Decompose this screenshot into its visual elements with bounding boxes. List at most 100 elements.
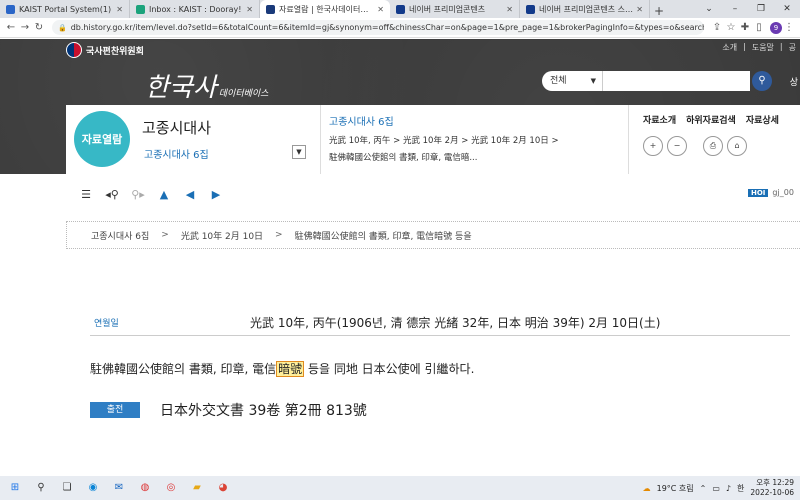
search-scope-select[interactable]: 전체 ▼ [542, 71, 602, 91]
lock-icon[interactable]: 🔒 [58, 24, 67, 32]
tab-kaist-portal[interactable]: KAIST Portal System(1) ✕ [0, 0, 130, 18]
sidebar-icon[interactable]: ▯ [752, 22, 766, 33]
windows-taskbar: ⊞ ⚲ ❏ ◉ ✉ ◍ ◎ ▰ ◕ ☁ 19°C 흐림 ⌃ ▭ ♪ 한 오후 1… [0, 476, 800, 500]
zoom-out-icon[interactable]: − [667, 136, 687, 156]
list-icon[interactable]: ☰ [78, 187, 94, 203]
weather-text[interactable]: 19°C 흐림 [657, 483, 694, 494]
tab-label: KAIST Portal System(1) [19, 4, 112, 14]
close-icon[interactable]: ✕ [246, 5, 253, 14]
record-info-bar: 자료열람 고종시대사 고종시대사 6집 ▼ 고종시대사 6집 光武 10年, 丙… [66, 105, 800, 174]
close-icon[interactable]: ✕ [116, 5, 123, 14]
tab-dooray-inbox[interactable]: Inbox : KAIST : Dooray! ✕ [130, 0, 260, 18]
minimize-icon[interactable]: – [722, 0, 748, 18]
print-icon[interactable]: ⎙ [703, 136, 723, 156]
breadcrumb-date[interactable]: 光武 10年 2月 10日 [181, 229, 263, 242]
collection-title: 고종시대사 [142, 119, 212, 137]
volume-title[interactable]: 고종시대사 6집 [329, 113, 620, 128]
logo-text: 한국사 [145, 73, 217, 103]
forward-icon[interactable]: → [18, 22, 32, 33]
prev-arrow-icon[interactable]: ◀ [182, 187, 198, 203]
divider: | [779, 42, 783, 51]
action-icons: + − ⎙ ⌂ [643, 136, 800, 156]
kaist-favicon-icon [6, 4, 15, 14]
url-text: db.history.go.kr/item/level.do?setId=6&t… [70, 23, 704, 32]
gov-logo[interactable]: 국사편찬위원회 [66, 42, 144, 58]
search-highlight: 暗號 [276, 361, 305, 377]
menu-icon[interactable]: ⋮ [782, 22, 796, 33]
windows-start-icon[interactable]: ⊞ [6, 479, 24, 497]
next-arrow-icon[interactable]: ▶ [208, 187, 224, 203]
clock[interactable]: 오후 12:29 2022-10-06 [750, 478, 794, 498]
speaker-icon[interactable]: ♪ [726, 484, 731, 493]
tab-label: 네이버 프리미엄콘텐츠 스튜디오 [539, 4, 633, 14]
weather-icon: ☁ [642, 483, 651, 493]
extensions-icon[interactable]: ✚ [738, 22, 752, 33]
record-summary: 駐佛韓國公使館의 書類, 印章, 電信暗... [329, 153, 478, 163]
close-window-icon[interactable]: ✕ [774, 0, 800, 18]
close-icon[interactable]: ✕ [377, 5, 384, 14]
notice-link[interactable]: 공 [789, 42, 796, 53]
material-intro-link[interactable]: 자료소개 [643, 113, 676, 126]
record-actions: 자료소개 하위자료검색 자료상세 + − ⎙ ⌂ [628, 105, 800, 174]
address-bar: ← → ↻ 🔒 db.history.go.kr/item/level.do?s… [0, 18, 800, 38]
maximize-icon[interactable]: ❐ [748, 0, 774, 18]
sub-search-link[interactable]: 하위자료검색 [686, 113, 736, 126]
help-link[interactable]: 도움말 [752, 42, 774, 53]
about-link[interactable]: 소개 [722, 42, 737, 53]
network-icon[interactable]: ▭ [712, 484, 720, 493]
ime-indicator[interactable]: 한 [737, 483, 744, 494]
material-detail-link[interactable]: 자료상세 [746, 113, 779, 126]
new-tab-button[interactable]: + [650, 4, 668, 18]
folder-icon[interactable]: ▰ [188, 479, 206, 497]
up-arrow-icon[interactable]: ▲ [156, 187, 172, 203]
reload-icon[interactable]: ↻ [32, 22, 46, 33]
volume-link[interactable]: 고종시대사 6집 [142, 146, 312, 161]
share-icon[interactable]: ⇪ [710, 22, 724, 33]
clock-time: 오후 12:29 [756, 478, 794, 487]
window-controls: ⌄ – ❐ ✕ [696, 0, 800, 18]
task-view-icon[interactable]: ❏ [58, 479, 76, 497]
close-icon[interactable]: ✕ [636, 5, 643, 14]
source-badge: 출전 [90, 402, 140, 418]
tab-label: Inbox : KAIST : Dooray! [149, 4, 242, 14]
top-links: 소개 | 도움말 | 공 [722, 42, 796, 53]
body-text-start: 駐佛韓國公使館의 書類, 印章, 電信 [90, 362, 277, 376]
search-input[interactable] [602, 71, 750, 91]
tab-history-db[interactable]: 자료열람 | 한국사데이터베이스 ✕ [260, 0, 390, 18]
app-icon[interactable]: ◎ [162, 479, 180, 497]
volume-dropdown-button[interactable]: ▼ [292, 145, 306, 159]
breadcrumb: 고종시대사 6집 > 光武 10年 2月 10日 > 駐佛韓國公使館의 書類, … [66, 221, 800, 249]
source-row: 출전 日本外交文書 39卷 第2冊 813號 [90, 400, 367, 420]
url-field[interactable]: 🔒 db.history.go.kr/item/level.do?setId=6… [52, 20, 704, 35]
close-icon[interactable]: ✕ [506, 5, 513, 14]
tab-label: 네이버 프리미엄콘텐츠 [409, 4, 486, 14]
breadcrumb-volume[interactable]: 고종시대사 6집 [91, 229, 149, 242]
profile-avatar[interactable]: 9 [770, 21, 782, 34]
chevron-down-icon[interactable]: ⌄ [696, 0, 722, 18]
search-box: 전체 ▼ ⚲ [542, 71, 772, 91]
mail-icon[interactable]: ✉ [110, 479, 128, 497]
date-value: 光武 10年, 丙午(1906년, 清 德宗 光緒 32年, 日本 明治 39年… [250, 316, 661, 330]
cite-icon[interactable]: ⌂ [727, 136, 747, 156]
chevron-up-icon[interactable]: ⌃ [700, 484, 707, 493]
search-button[interactable]: ⚲ [752, 71, 772, 91]
clock-date: 2022-10-06 [750, 488, 794, 497]
app-icon[interactable]: ◍ [136, 479, 154, 497]
search-icon[interactable]: ⚲ [32, 479, 50, 497]
star-icon[interactable]: ☆ [724, 22, 738, 33]
site-logo[interactable]: 한국사 데이터베이스 [145, 67, 268, 104]
back-icon[interactable]: ← [4, 22, 18, 33]
chevron-right-icon: > [275, 230, 283, 240]
search-next-icon[interactable]: ⚲▸ [130, 187, 146, 203]
zoom-in-icon[interactable]: + [643, 136, 663, 156]
tab-naver-premium[interactable]: 네이버 프리미엄콘텐츠 ✕ [390, 0, 520, 18]
naver-favicon-icon [526, 4, 535, 14]
date-path: 光武 10年, 丙午 > 光武 10年 2月 > 光武 10年 2月 10日 > [329, 136, 559, 146]
search-prev-icon[interactable]: ◂⚲ [104, 187, 120, 203]
chrome-icon[interactable]: ◕ [214, 479, 232, 497]
tab-naver-studio[interactable]: 네이버 프리미엄콘텐츠 스튜디오 ✕ [520, 0, 650, 18]
edge-icon[interactable]: ◉ [84, 479, 102, 497]
record-path-block: 고종시대사 6집 光武 10年, 丙午 > 光武 10年 2月 > 光武 10年… [320, 105, 628, 174]
detail-search-link[interactable]: 상 [790, 75, 798, 88]
